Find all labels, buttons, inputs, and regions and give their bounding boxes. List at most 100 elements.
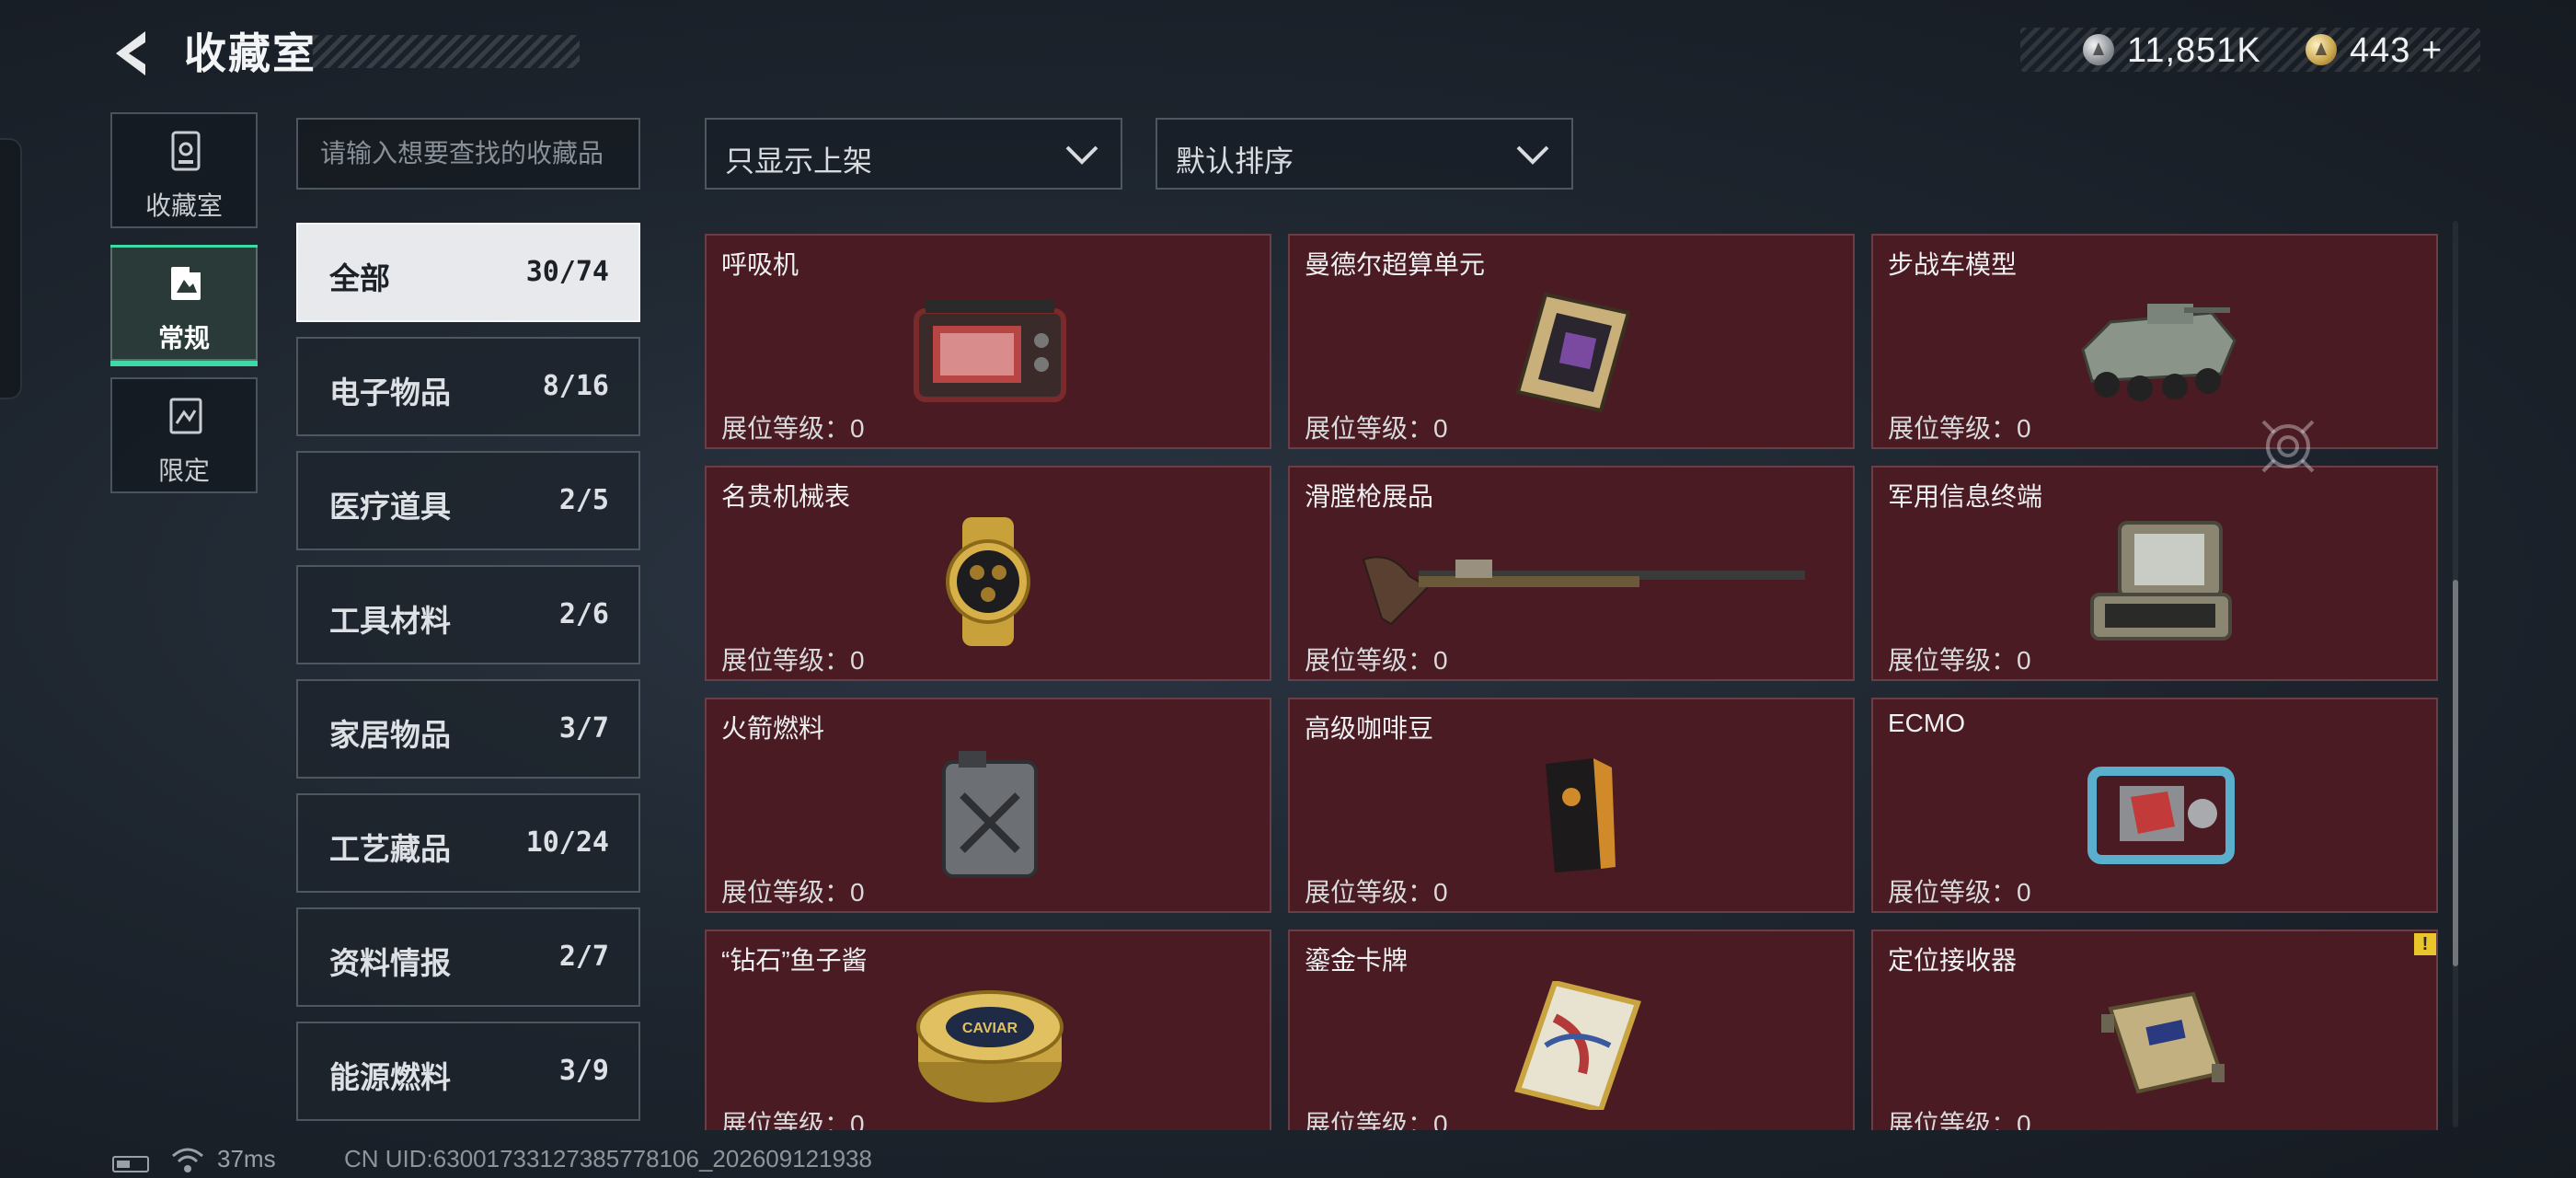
tab-collection-room[interactable]: 收藏室 [110, 112, 258, 228]
page-title: 收藏室 [184, 29, 316, 77]
category-name: 全部 [329, 261, 390, 295]
item-name: 名贵机械表 [721, 482, 851, 511]
trophy-case-icon [171, 131, 201, 171]
fuel-canister-icon [942, 751, 1038, 878]
wifi-icon [172, 1148, 203, 1172]
item-card-watch[interactable]: 名贵机械表 展位等级：0 [705, 466, 1271, 681]
item-name: 火箭燃料 [721, 714, 825, 743]
item-card-military-terminal[interactable]: 军用信息终端 展位等级：0 [1871, 466, 2438, 681]
sort-dropdown[interactable]: 默认排序 [1156, 118, 1573, 190]
item-level: 展位等级：0 [1305, 1110, 1448, 1130]
category-energy[interactable]: 能源燃料 3/9 [296, 1022, 640, 1121]
add-currency-icon[interactable]: + [2421, 31, 2443, 70]
category-electronics[interactable]: 电子物品 8/16 [296, 337, 640, 436]
category-count: 8/16 [542, 370, 609, 402]
chevron-down-icon [1516, 145, 1549, 165]
scrollbar-thumb[interactable] [2453, 580, 2458, 966]
tab-label: 常规 [157, 324, 210, 352]
title-decoration [313, 35, 580, 68]
tab-label: 限定 [157, 456, 210, 485]
collectible-grid: 呼吸机 展位等级：0 曼德尔超算单元 展位等级：0 步战车模型 展位等级：0 名… [705, 234, 2440, 1130]
item-level: 展位等级：0 [721, 414, 865, 443]
tab-limited[interactable]: 限定 [110, 377, 258, 493]
item-level: 展位等级：0 [721, 878, 865, 907]
category-medical[interactable]: 医疗道具 2/5 [296, 451, 640, 550]
item-name: 高级咖啡豆 [1305, 714, 1434, 743]
item-card-ifv-model[interactable]: 步战车模型 展位等级：0 [1871, 234, 2438, 449]
item-card-ventilator[interactable]: 呼吸机 展位等级：0 [705, 234, 1271, 449]
category-intel[interactable]: 资料情报 2/7 [296, 907, 640, 1007]
item-level: 展位等级：0 [1305, 414, 1448, 443]
category-name: 资料情报 [329, 946, 451, 980]
item-level: 展位等级：0 [721, 646, 865, 675]
gilded-card-icon [1514, 981, 1641, 1110]
category-name: 电子物品 [329, 375, 451, 410]
item-card-ecmo[interactable]: ECMO 展位等级：0 [1871, 698, 2438, 913]
category-count: 10/24 [525, 826, 609, 859]
user-uid: CN UID:63001733127385778106_202609121938 [344, 1145, 872, 1172]
item-level: 展位等级：0 [1888, 1110, 2031, 1130]
warning-icon: ! [2414, 933, 2436, 955]
dropdown-value: 默认排序 [1176, 144, 1294, 178]
battery-icon [112, 1156, 149, 1172]
item-name: 步战车模型 [1888, 250, 2018, 279]
item-card-coffee-beans[interactable]: 高级咖啡豆 展位等级：0 [1288, 698, 1855, 913]
ecmo-machine-icon [2087, 767, 2235, 864]
tab-label: 收藏室 [144, 191, 223, 220]
item-level: 展位等级：0 [1305, 878, 1448, 907]
category-crafts[interactable]: 工艺藏品 10/24 [296, 793, 640, 893]
computing-unit-icon [1515, 292, 1631, 413]
item-name: 军用信息终端 [1888, 482, 2043, 511]
item-name: 曼德尔超算单元 [1305, 250, 1486, 279]
gallery-card-icon [171, 265, 201, 300]
item-card-gilded-card[interactable]: 鎏金卡牌 展位等级：0 [1288, 930, 1855, 1130]
tab-regular[interactable]: 常规 [110, 245, 258, 366]
item-card-rocket-fuel[interactable]: 火箭燃料 展位等级：0 [705, 698, 1271, 913]
category-name: 工具材料 [329, 604, 451, 638]
gold-amount[interactable]: 443 + [2350, 31, 2443, 71]
military-terminal-icon [2090, 521, 2232, 641]
search-input[interactable] [298, 120, 638, 188]
item-level: 展位等级：0 [721, 1110, 865, 1130]
shelf-filter-dropdown[interactable]: 只显示上架 [705, 118, 1122, 190]
luxury-watch-icon [946, 517, 1030, 646]
item-card-musket[interactable]: 滑膛枪展品 展位等级：0 [1288, 466, 1855, 681]
silver-coin-icon [2083, 34, 2114, 65]
network-ping: 37ms [217, 1145, 276, 1172]
side-handle [0, 138, 22, 399]
category-name: 工艺藏品 [329, 832, 451, 866]
chevron-down-icon [1065, 145, 1098, 165]
currency-bar: 11,851K 443 + [2020, 28, 2480, 72]
category-name: 能源燃料 [329, 1060, 451, 1094]
category-name: 家居物品 [329, 718, 451, 752]
item-card-locator[interactable]: 定位接收器 展位等级：0 [1871, 930, 2438, 1130]
item-name: 滑膛枪展品 [1305, 482, 1434, 511]
category-tools[interactable]: 工具材料 2/6 [296, 565, 640, 664]
silver-amount: 11,851K [2127, 31, 2261, 70]
item-name: 鎏金卡牌 [1305, 946, 1409, 975]
crosshair-icon [2261, 420, 2315, 473]
item-level: 展位等级：0 [1888, 414, 2031, 443]
item-name: 呼吸机 [721, 250, 799, 279]
category-count: 2/6 [558, 598, 609, 630]
caviar-tin-icon: CAVIAR [916, 990, 1064, 1103]
category-all[interactable]: 全部 30/74 [296, 223, 640, 322]
dropdown-value: 只显示上架 [725, 144, 873, 178]
search-box[interactable] [296, 118, 640, 190]
gold-coin-icon [2306, 34, 2337, 65]
item-name: 定位接收器 [1888, 946, 2018, 975]
item-card-caviar[interactable]: “钻石”鱼子酱 CAVIAR 展位等级：0 [705, 930, 1271, 1130]
item-level: 展位等级：0 [1888, 878, 2031, 907]
coffee-bag-icon [1546, 758, 1616, 872]
item-card-supercomputer[interactable]: 曼德尔超算单元 展位等级：0 [1288, 234, 1855, 449]
category-count: 2/5 [558, 484, 609, 516]
category-count: 2/7 [558, 941, 609, 973]
category-count: 3/9 [558, 1055, 609, 1087]
category-count: 30/74 [525, 256, 609, 288]
item-level: 展位等级：0 [1305, 646, 1448, 675]
category-name: 医疗道具 [329, 490, 451, 524]
ifv-model-icon [2081, 304, 2237, 401]
item-level: 展位等级：0 [1888, 646, 2031, 675]
category-household[interactable]: 家居物品 3/7 [296, 679, 640, 779]
back-arrow-icon[interactable] [109, 28, 160, 79]
